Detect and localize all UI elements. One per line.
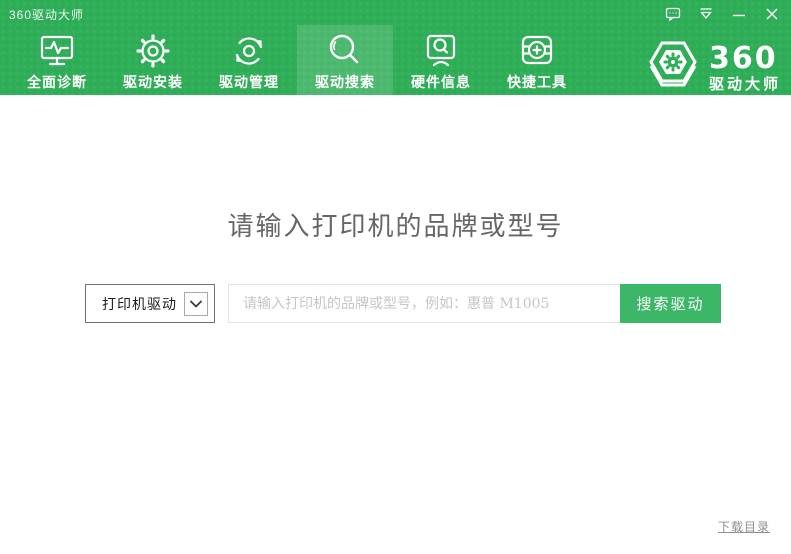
header: 360驱动大师 全面诊断 驱动安装 驱动管理 驱动搜索 硬件信息 快捷工具 36… — [0, 0, 791, 95]
window-title: 360驱动大师 — [9, 8, 85, 22]
sync-refresh-icon — [229, 31, 269, 71]
tab-label: 驱动安装 — [123, 74, 183, 90]
hexagon-gear-logo-icon — [645, 36, 701, 99]
category-select-value: 打印机驱动 — [102, 295, 177, 312]
diagnose-monitor-icon — [37, 31, 77, 71]
tab-label: 驱动搜索 — [315, 74, 375, 90]
app-window: 360驱动大师 全面诊断 驱动安装 驱动管理 驱动搜索 硬件信息 快捷工具 36… — [0, 0, 791, 554]
window-controls — [664, 6, 781, 22]
driver-search-form: 打印机驱动 搜索驱动 — [85, 284, 721, 323]
search-icon — [325, 31, 365, 71]
tab-driver-search[interactable]: 驱动搜索 — [297, 25, 393, 95]
tab-label: 硬件信息 — [411, 74, 471, 90]
minimize-button[interactable] — [730, 6, 748, 22]
logo-brand: 360 — [708, 40, 778, 76]
tab-full-diagnose[interactable]: 全面诊断 — [9, 25, 105, 95]
logo-text: 360 驱动大师 — [708, 40, 781, 93]
tab-driver-install[interactable]: 驱动安装 — [105, 25, 201, 95]
tab-label: 快捷工具 — [507, 74, 567, 90]
tab-quick-tools[interactable]: 快捷工具 — [489, 25, 585, 95]
download-directory-link[interactable]: 下载目录 — [718, 518, 770, 535]
close-button[interactable] — [763, 6, 781, 22]
tab-driver-manage[interactable]: 驱动管理 — [201, 25, 297, 95]
hardware-info-icon — [421, 31, 461, 71]
app-logo: 360 驱动大师 — [645, 36, 781, 99]
skin-menu-icon[interactable] — [697, 6, 715, 22]
search-input[interactable] — [228, 284, 620, 323]
tab-label: 全面诊断 — [27, 74, 87, 90]
gear-icon — [133, 31, 173, 71]
chevron-down-icon[interactable] — [184, 291, 208, 316]
category-select[interactable]: 打印机驱动 — [85, 284, 215, 323]
main-nav: 全面诊断 驱动安装 驱动管理 驱动搜索 硬件信息 快捷工具 — [9, 25, 585, 95]
toolbox-icon — [517, 31, 557, 71]
search-driver-button[interactable]: 搜索驱动 — [620, 284, 721, 323]
logo-product: 驱动大师 — [708, 75, 781, 93]
tab-hardware-info[interactable]: 硬件信息 — [393, 25, 489, 95]
page-title: 请输入打印机的品牌或型号 — [227, 212, 564, 242]
feedback-bubble-icon[interactable] — [664, 6, 682, 22]
tab-label: 驱动管理 — [219, 74, 279, 90]
